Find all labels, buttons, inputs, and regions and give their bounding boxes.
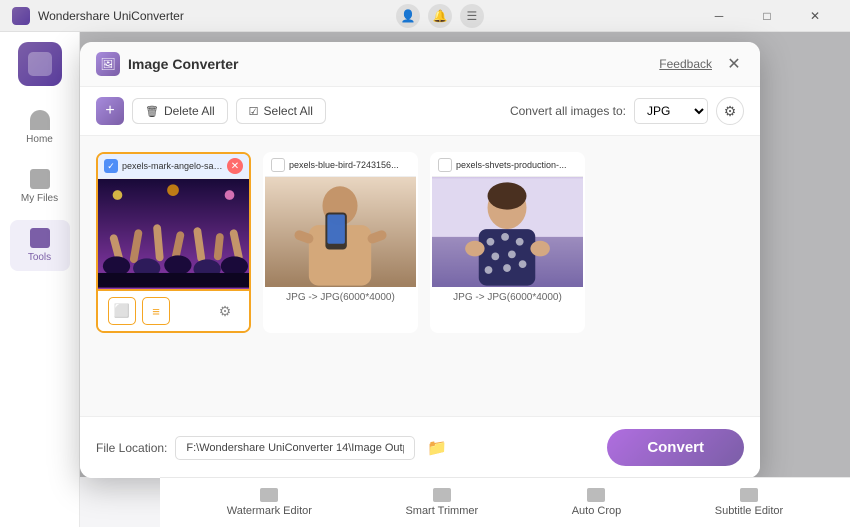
bottom-toolbar: Watermark Editor Smart Trimmer Auto Crop…	[160, 477, 850, 527]
woman-illustration	[432, 177, 583, 287]
bell-icon[interactable]: 🔔	[428, 4, 452, 28]
image-1-settings-button[interactable]: ≡	[142, 297, 170, 325]
watermark-editor-label: Watermark Editor	[227, 505, 312, 517]
image-3-footer: JPG -> JPG(6000*4000)	[432, 287, 583, 308]
convert-all-label: Convert all images to:	[510, 104, 626, 118]
main-content: Wondersha UniConvert ▶ 🖼 Image Converter…	[80, 32, 850, 527]
modal-header: 🖼 Image Converter Feedback ✕	[80, 42, 760, 87]
image-1-crop-button[interactable]: ⬜	[108, 297, 136, 325]
subtitle-icon	[740, 488, 758, 502]
app-title-left: Wondershare UniConverter	[12, 7, 184, 25]
image-1-checkbox[interactable]: ✓	[104, 159, 118, 173]
modal-header-right: Feedback ✕	[659, 54, 744, 74]
modal-toolbar-right: Convert all images to: JPG PNG BMP WEBP …	[510, 97, 744, 125]
modal-dialog: 🖼 Image Converter Feedback ✕ +	[80, 42, 760, 478]
app-top-icons: 👤 🔔 ☰	[396, 4, 484, 28]
image-1-preview	[98, 179, 249, 289]
delete-icon: 🗑	[145, 105, 159, 118]
sidebar: Home My Files Tools	[0, 32, 80, 527]
image-2-checkbox[interactable]	[271, 158, 285, 172]
modal-close-button[interactable]: ✕	[724, 54, 744, 74]
delete-all-label: Delete All	[164, 104, 215, 118]
concert-illustration	[98, 179, 249, 289]
image-1-gear-button[interactable]: ⚙	[211, 297, 239, 325]
image-1-actions: ⬜ ≡ ⚙	[98, 289, 249, 331]
sidebar-tools-label: Tools	[28, 252, 51, 263]
home-icon	[30, 110, 50, 130]
sidebar-myfiles-label: My Files	[21, 193, 58, 204]
image-1-remove-button[interactable]: ✕	[227, 158, 243, 174]
image-3-format-info: JPG -> JPG(6000*4000)	[453, 292, 562, 303]
image-3-checkbox[interactable]	[438, 158, 452, 172]
user-icon[interactable]: 👤	[396, 4, 420, 28]
auto-crop-label: Auto Crop	[572, 505, 622, 517]
convert-label: Convert	[647, 439, 704, 456]
image-card-1-header: ✓ pexels-mark-angelo-sam... ✕	[98, 154, 249, 179]
file-location-input[interactable]	[175, 436, 415, 460]
image-2-format-info: JPG -> JPG(6000*4000)	[286, 292, 395, 303]
image-3-preview	[432, 177, 583, 287]
menu-icon[interactable]: ☰	[460, 4, 484, 28]
logo-inner	[28, 52, 52, 76]
image-card-1[interactable]: ✓ pexels-mark-angelo-sam... ✕	[96, 152, 251, 333]
trimmer-icon	[433, 488, 451, 502]
smart-trimmer-label: Smart Trimmer	[405, 505, 478, 517]
modal-title: Image Converter	[128, 56, 238, 72]
image-1-action-icons: ⬜ ≡	[108, 297, 170, 325]
sidebar-home-label: Home	[26, 134, 53, 145]
app-title-text: Wondershare UniConverter	[38, 9, 184, 23]
select-all-button[interactable]: ☑ Select All	[236, 98, 326, 124]
image-2-preview	[265, 177, 416, 287]
image-card-2-header: pexels-blue-bird-7243156...	[265, 154, 416, 177]
file-location-label: File Location:	[96, 441, 167, 455]
sidebar-item-tools[interactable]: Tools	[10, 220, 70, 271]
subtitle-editor-label: Subtitle Editor	[715, 505, 783, 517]
maximize-button[interactable]: □	[744, 0, 790, 32]
modal-toolbar: + 🗑 Delete All ☑ Select All Convert all …	[80, 87, 760, 136]
auto-crop-tool[interactable]: Auto Crop	[572, 488, 622, 517]
crop-icon	[587, 488, 605, 502]
delete-all-button[interactable]: 🗑 Delete All	[132, 98, 228, 124]
browse-folder-button[interactable]: 📁	[423, 434, 451, 462]
app-logo	[18, 42, 62, 86]
sidebar-item-home[interactable]: Home	[10, 102, 70, 153]
select-icon: ☑	[249, 105, 259, 118]
app-background: Wondershare UniConverter 👤 🔔 ☰ ─ □ ✕ Hom…	[0, 0, 850, 527]
modal-toolbar-left: + 🗑 Delete All ☑ Select All	[96, 97, 326, 125]
modal-overlay: 🖼 Image Converter Feedback ✕ +	[80, 32, 850, 477]
image-1-filename: pexels-mark-angelo-sam...	[122, 161, 223, 171]
modal-body: ✓ pexels-mark-angelo-sam... ✕	[80, 136, 760, 416]
modal-footer: File Location: 📁 Convert	[80, 416, 760, 478]
minimize-button[interactable]: ─	[696, 0, 742, 32]
app-titlebar: Wondershare UniConverter 👤 🔔 ☰ ─ □ ✕	[0, 0, 850, 32]
watermark-editor-tool[interactable]: Watermark Editor	[227, 488, 312, 517]
sidebar-item-myfiles[interactable]: My Files	[10, 161, 70, 212]
image-3-filename: pexels-shvets-production-...	[456, 160, 573, 170]
modal-header-left: 🖼 Image Converter	[96, 52, 238, 76]
format-settings-button[interactable]: ⚙	[716, 97, 744, 125]
app-icon	[12, 7, 30, 25]
subtitle-editor-tool[interactable]: Subtitle Editor	[715, 488, 783, 517]
tools-icon	[30, 228, 50, 248]
image-card-3-header: pexels-shvets-production-...	[432, 154, 583, 177]
smart-trimmer-tool[interactable]: Smart Trimmer	[405, 488, 478, 517]
feedback-link[interactable]: Feedback	[659, 57, 712, 71]
files-icon	[30, 169, 50, 189]
phone-illustration	[265, 177, 416, 287]
image-card-2[interactable]: pexels-blue-bird-7243156...	[263, 152, 418, 333]
close-button[interactable]: ✕	[792, 0, 838, 32]
file-location-row: File Location: 📁	[96, 434, 451, 462]
image-card-3[interactable]: pexels-shvets-production-...	[430, 152, 585, 333]
modal-icon: 🖼	[96, 52, 120, 76]
image-2-filename: pexels-blue-bird-7243156...	[289, 160, 406, 170]
select-all-label: Select All	[264, 104, 313, 118]
add-image-button[interactable]: +	[96, 97, 124, 125]
window-controls: ─ □ ✕	[696, 0, 838, 32]
convert-button[interactable]: Convert	[607, 429, 744, 466]
format-select[interactable]: JPG PNG BMP WEBP TIFF	[634, 98, 708, 124]
image-grid: ✓ pexels-mark-angelo-sam... ✕	[96, 152, 744, 333]
watermark-icon	[260, 488, 278, 502]
image-2-footer: JPG -> JPG(6000*4000)	[265, 287, 416, 308]
